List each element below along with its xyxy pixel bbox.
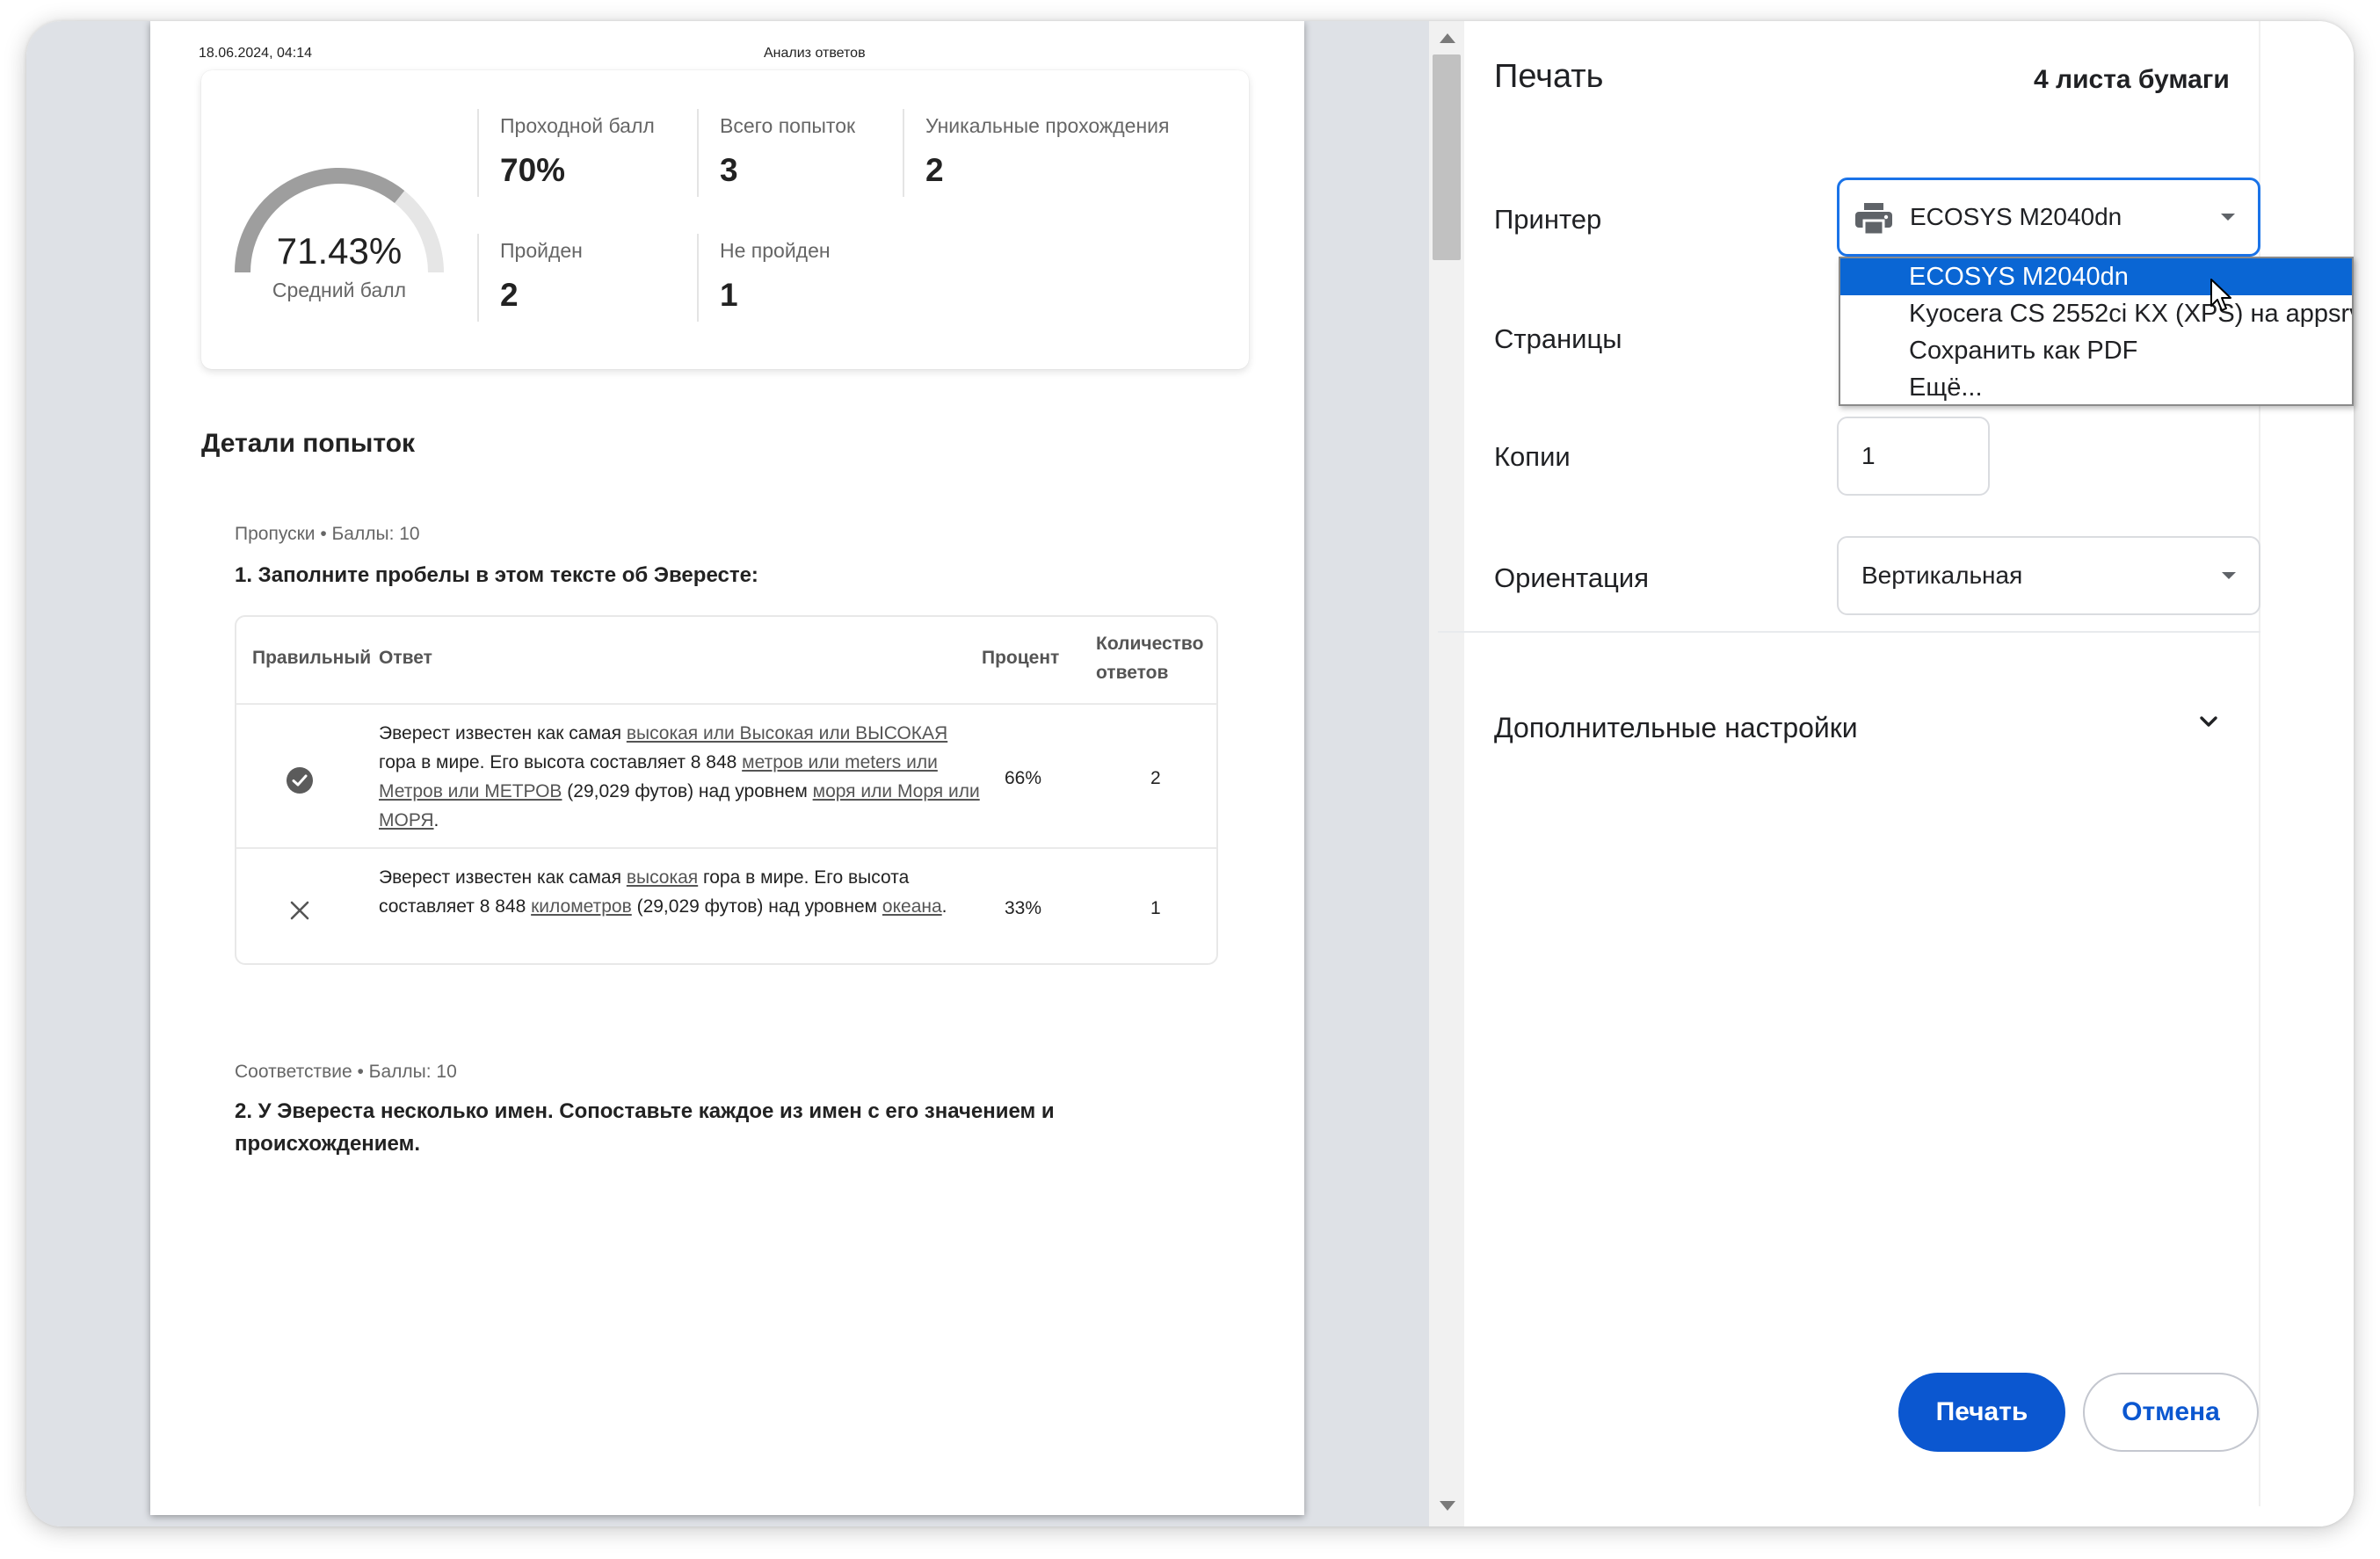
printer-option[interactable]: Сохранить как PDF [1840,332,2352,369]
print-button[interactable]: Печать [1898,1373,2065,1452]
col-header-answer: Ответ [379,648,432,668]
col-header-count: Количество ответов [1096,629,1203,687]
chevron-down-icon[interactable] [2199,712,2218,731]
answers-table: Правильный Ответ Процент Количество отве… [235,615,1218,965]
print-title: Печать [1494,58,1604,95]
col-header-percent: Процент [982,648,1060,668]
orientation-select[interactable]: Вертикальная [1837,536,2260,615]
col-header-correct: Правильный [252,648,372,668]
cancel-button[interactable]: Отмена [2083,1373,2259,1452]
question-title: 2. У Эвереста несколько имен. Сопоставьт… [235,1099,1055,1156]
col-header-count-line1: Количество [1096,634,1204,654]
stat-value: 70% [500,152,566,188]
stat-label: Не пройден [720,239,831,262]
scrollbar-thumb[interactable] [1433,54,1461,260]
settings-divider [1438,631,2260,633]
printer-option[interactable]: Kyocera CS 2552ci KX (XPS) на appsrv [1840,295,2352,332]
check-circle-icon [287,767,313,794]
gauge-label: Средний балл [272,279,406,301]
stat-value: 2 [500,277,519,313]
answer-count: 2 [1150,768,1161,788]
stat-divider [477,234,479,322]
printer-dropdown-list: ECOSYS M2040dn Kyocera CS 2552ci KX (XPS… [1839,257,2354,406]
more-settings-toggle[interactable]: Дополнительные настройки [1494,712,1858,744]
printer-option[interactable]: ECOSYS M2040dn [1840,258,2352,295]
answer-percent: 66% [1005,768,1042,788]
stat-unique-completions: Уникальные прохождения 2 [925,114,1169,189]
stat-label: Проходной балл [500,114,655,137]
row-separator [236,703,1216,705]
average-score-gauge: 71.43% Средний балл [235,168,444,301]
question-meta: Соответствие • Баллы: 10 [235,1062,457,1082]
stat-divider [903,109,904,197]
stat-divider [697,109,699,197]
answer-count: 1 [1150,898,1161,918]
col-header-count-line2: ответов [1096,663,1169,683]
stat-value: 3 [720,152,738,188]
pages-label: Страницы [1494,323,1622,354]
page-header-date: 18.06.2024, 04:14 [199,46,313,61]
dropdown-caret-icon [2222,572,2236,579]
stat-value: 2 [925,152,944,188]
question-title: 1. Заполните пробелы в этом тексте об Эв… [235,563,758,587]
stat-label: Уникальные прохождения [925,114,1170,137]
stat-divider [697,234,699,322]
sheet-count: 4 листа бумаги [2034,65,2230,94]
row-separator [236,847,1216,849]
stat-label: Пройден [500,239,583,262]
copies-label: Копии [1494,441,1571,472]
stat-passing-score: Проходной балл 70% [500,114,655,189]
attempt-details-heading: Детали попыток [201,429,416,458]
stat-label: Всего попыток [720,114,856,137]
orientation-value: Вертикальная [1861,562,2023,589]
printer-label: Принтер [1494,204,1602,235]
orientation-label: Ориентация [1494,562,1649,593]
copies-input[interactable]: 1 [1837,417,1990,496]
copies-value: 1 [1861,442,1876,469]
dropdown-caret-icon [2221,214,2235,221]
scroll-down-arrow-icon[interactable] [1440,1501,1455,1511]
mouse-cursor-icon [2210,279,2231,311]
stat-value: 1 [720,277,738,313]
preview-scrollbar[interactable] [1429,21,1464,1526]
answer-text: Эверест известен как самая высокая гора … [379,867,947,917]
stat-divider [477,109,479,197]
question-meta: Пропуски • Баллы: 10 [235,524,420,544]
printer-option[interactable]: Ещё... [1840,369,2352,404]
scroll-up-arrow-icon[interactable] [1440,33,1455,43]
preview-page: 18.06.2024, 04:14 Анализ ответов 71.43% … [150,21,1304,1515]
stat-passed: Пройден 2 [500,239,583,314]
printer-value: ECOSYS M2040dn [1910,203,2122,230]
gauge-value: 71.43% [277,230,402,272]
stat-failed: Не пройден 1 [720,239,831,314]
answer-percent: 33% [1005,898,1042,918]
stat-total-attempts: Всего попыток 3 [720,114,855,189]
stats-card: 71.43% Средний балл Проходной балл 70% В… [201,70,1249,369]
print-preview-area: 18.06.2024, 04:14 Анализ ответов 71.43% … [26,21,1429,1526]
printer-select[interactable]: ECOSYS M2040dn [1837,178,2260,257]
answer-text: Эверест известен как самая высокая или В… [379,723,980,830]
printer-icon [1855,203,1892,235]
close-icon [290,901,309,920]
page-header-title: Анализ ответов [764,46,866,61]
